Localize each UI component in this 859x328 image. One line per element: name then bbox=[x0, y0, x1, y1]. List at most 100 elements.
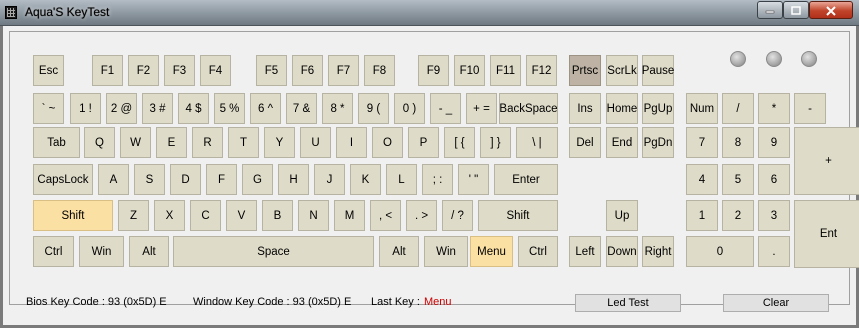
led-test-button[interactable]: Led Test bbox=[575, 294, 681, 312]
key-v[interactable]: V bbox=[226, 200, 257, 231]
key-z[interactable]: Z bbox=[118, 200, 149, 231]
key-period[interactable]: . > bbox=[406, 200, 437, 231]
key-ralt[interactable]: Alt bbox=[379, 236, 419, 267]
key-7[interactable]: 7 & bbox=[286, 93, 317, 124]
key-w[interactable]: W bbox=[120, 127, 151, 158]
key-9[interactable]: 9 ( bbox=[358, 93, 389, 124]
key-backspace[interactable]: BackSpace bbox=[499, 93, 558, 124]
key-f2[interactable]: F2 bbox=[128, 55, 159, 86]
key-f6[interactable]: F6 bbox=[292, 55, 323, 86]
key-rshift[interactable]: Shift bbox=[478, 200, 558, 231]
key-lbracket[interactable]: [ { bbox=[444, 127, 475, 158]
key-f11[interactable]: F11 bbox=[490, 55, 521, 86]
key-capslock[interactable]: CapsLock bbox=[33, 164, 93, 195]
key-f8[interactable]: F8 bbox=[364, 55, 395, 86]
key-esc[interactable]: Esc bbox=[33, 55, 64, 86]
key-pause[interactable]: Pause bbox=[642, 55, 674, 86]
key-scrlk[interactable]: ScrLk bbox=[606, 55, 638, 86]
key-end[interactable]: End bbox=[606, 127, 638, 158]
key-3[interactable]: 3 # bbox=[142, 93, 173, 124]
key-space[interactable]: Space bbox=[173, 236, 374, 267]
key-f7[interactable]: F7 bbox=[328, 55, 359, 86]
key-num-plus[interactable]: + bbox=[794, 127, 859, 195]
key-pgup[interactable]: PgUp bbox=[642, 93, 674, 124]
key-f5[interactable]: F5 bbox=[256, 55, 287, 86]
key-num-multiply[interactable]: * bbox=[758, 93, 790, 124]
key-del[interactable]: Del bbox=[569, 127, 601, 158]
key-b[interactable]: B bbox=[262, 200, 293, 231]
key-num-5[interactable]: 5 bbox=[722, 164, 754, 195]
key-f1[interactable]: F1 bbox=[92, 55, 123, 86]
key-g[interactable]: G bbox=[242, 164, 273, 195]
key-comma[interactable]: , < bbox=[370, 200, 401, 231]
key-left[interactable]: Left bbox=[569, 236, 601, 267]
key-f9[interactable]: F9 bbox=[418, 55, 449, 86]
key-right[interactable]: Right bbox=[642, 236, 674, 267]
key-c[interactable]: C bbox=[190, 200, 221, 231]
key-backtick[interactable]: ` ~ bbox=[33, 93, 64, 124]
key-num-3[interactable]: 3 bbox=[758, 200, 790, 231]
key-backslash[interactable]: \ | bbox=[516, 127, 558, 158]
key-pgdn[interactable]: PgDn bbox=[642, 127, 674, 158]
key-f10[interactable]: F10 bbox=[454, 55, 485, 86]
key-j[interactable]: J bbox=[314, 164, 345, 195]
key-semicolon[interactable]: ; : bbox=[422, 164, 453, 195]
key-enter[interactable]: Enter bbox=[494, 164, 558, 195]
maximize-button[interactable] bbox=[783, 1, 809, 19]
minimize-button[interactable] bbox=[757, 1, 783, 19]
key-rwin[interactable]: Win bbox=[424, 236, 468, 267]
key-i[interactable]: I bbox=[336, 127, 367, 158]
key-lalt[interactable]: Alt bbox=[129, 236, 169, 267]
key-0[interactable]: 0 ) bbox=[394, 93, 425, 124]
close-button[interactable] bbox=[809, 1, 853, 19]
key-m[interactable]: M bbox=[334, 200, 365, 231]
key-f3[interactable]: F3 bbox=[164, 55, 195, 86]
key-num-minus[interactable]: - bbox=[794, 93, 826, 124]
key-prtsc[interactable]: Prtsc bbox=[569, 55, 601, 86]
key-num-divide[interactable]: / bbox=[722, 93, 754, 124]
key-r[interactable]: R bbox=[192, 127, 223, 158]
key-f4[interactable]: F4 bbox=[200, 55, 231, 86]
key-up[interactable]: Up bbox=[606, 200, 638, 231]
key-d[interactable]: D bbox=[170, 164, 201, 195]
key-num-decimal[interactable]: . bbox=[758, 236, 790, 267]
key-num-2[interactable]: 2 bbox=[722, 200, 754, 231]
key-num-4[interactable]: 4 bbox=[686, 164, 718, 195]
key-o[interactable]: O bbox=[372, 127, 403, 158]
key-e[interactable]: E bbox=[156, 127, 187, 158]
key-l[interactable]: L bbox=[386, 164, 417, 195]
key-rctrl[interactable]: Ctrl bbox=[518, 236, 558, 267]
key-a[interactable]: A bbox=[98, 164, 129, 195]
key-u[interactable]: U bbox=[300, 127, 331, 158]
key-n[interactable]: N bbox=[298, 200, 329, 231]
key-rbracket[interactable]: ] } bbox=[480, 127, 511, 158]
key-num-9[interactable]: 9 bbox=[758, 127, 790, 158]
key-s[interactable]: S bbox=[134, 164, 165, 195]
key-numlock[interactable]: Num bbox=[686, 93, 718, 124]
key-8[interactable]: 8 * bbox=[322, 93, 353, 124]
key-p[interactable]: P bbox=[408, 127, 439, 158]
key-minus[interactable]: - _ bbox=[430, 93, 461, 124]
key-num-1[interactable]: 1 bbox=[686, 200, 718, 231]
key-down[interactable]: Down bbox=[606, 236, 638, 267]
key-q[interactable]: Q bbox=[84, 127, 115, 158]
key-slash[interactable]: / ? bbox=[442, 200, 473, 231]
key-6[interactable]: 6 ^ bbox=[250, 93, 281, 124]
key-2[interactable]: 2 @ bbox=[106, 93, 137, 124]
key-num-0[interactable]: 0 bbox=[686, 236, 754, 267]
key-y[interactable]: Y bbox=[264, 127, 295, 158]
key-lshift[interactable]: Shift bbox=[33, 200, 113, 231]
key-lctrl[interactable]: Ctrl bbox=[33, 236, 74, 267]
key-4[interactable]: 4 $ bbox=[178, 93, 209, 124]
key-f12[interactable]: F12 bbox=[526, 55, 557, 86]
key-num-6[interactable]: 6 bbox=[758, 164, 790, 195]
key-t[interactable]: T bbox=[228, 127, 259, 158]
key-equals[interactable]: + = bbox=[466, 93, 497, 124]
key-menu[interactable]: Menu bbox=[470, 236, 513, 267]
key-home[interactable]: Home bbox=[606, 93, 638, 124]
key-h[interactable]: H bbox=[278, 164, 309, 195]
key-f[interactable]: F bbox=[206, 164, 237, 195]
key-5[interactable]: 5 % bbox=[214, 93, 245, 124]
clear-button[interactable]: Clear bbox=[723, 294, 829, 312]
key-num-8[interactable]: 8 bbox=[722, 127, 754, 158]
